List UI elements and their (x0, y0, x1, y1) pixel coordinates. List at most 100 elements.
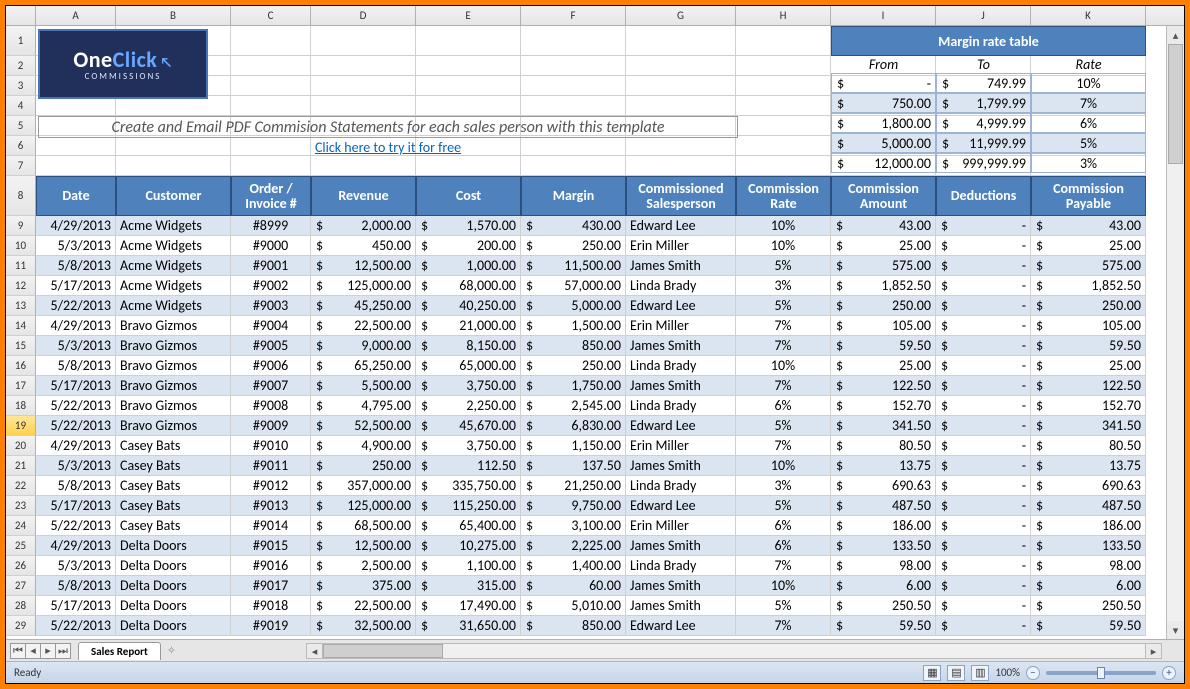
cell-salesperson[interactable]: Edward Lee (626, 616, 736, 636)
table-header[interactable]: Commission Payable (1031, 176, 1146, 216)
row-header-20[interactable]: 20 (6, 436, 36, 456)
cell-deductions[interactable]: $- (936, 516, 1031, 536)
cell-date[interactable]: 5/22/2013 (36, 296, 116, 316)
zoom-out-icon[interactable]: − (1026, 666, 1040, 680)
column-header-K[interactable]: K (1031, 6, 1146, 25)
cell-payable[interactable]: $25.00 (1031, 356, 1146, 376)
cell-order[interactable]: #9001 (231, 256, 311, 276)
cell-rate[interactable]: 10% (736, 356, 831, 376)
cell-C3[interactable] (231, 76, 311, 96)
cell-rate[interactable]: 10% (736, 216, 831, 236)
cell-order[interactable]: #9018 (231, 596, 311, 616)
cell-payable[interactable]: $43.00 (1031, 216, 1146, 236)
cell-payable[interactable]: $690.63 (1031, 476, 1146, 496)
cell-cost[interactable]: $65,400.00 (416, 516, 521, 536)
cell-amount[interactable]: $98.00 (831, 556, 936, 576)
cell-cost[interactable]: $10,275.00 (416, 536, 521, 556)
cell-A4[interactable] (36, 96, 116, 116)
cell-cost[interactable]: $17,490.00 (416, 596, 521, 616)
mrt-from[interactable]: $750.00 (831, 93, 936, 113)
table-header[interactable]: Order / Invoice # (231, 176, 311, 216)
row-header-16[interactable]: 16 (6, 356, 36, 376)
cell-cost[interactable]: $1,570.00 (416, 216, 521, 236)
cell-date[interactable]: 4/29/2013 (36, 536, 116, 556)
zoom-slider[interactable] (1046, 671, 1156, 675)
cell-rate[interactable]: 10% (736, 576, 831, 596)
vscroll-thumb[interactable] (1168, 44, 1183, 164)
cell-cost[interactable]: $40,250.00 (416, 296, 521, 316)
cell-C2[interactable] (231, 56, 311, 76)
mrt-to[interactable]: $1,799.99 (936, 93, 1031, 113)
cell-customer[interactable]: Casey Bats (116, 516, 231, 536)
horizontal-scrollbar[interactable]: ◂ ▸ (306, 643, 1162, 659)
cell-deductions[interactable]: $- (936, 496, 1031, 516)
mrt-to[interactable]: $999,999.99 (936, 153, 1031, 173)
cell-rate[interactable]: 6% (736, 536, 831, 556)
cell-rate[interactable]: 5% (736, 296, 831, 316)
zoom-in-icon[interactable]: + (1162, 666, 1176, 680)
cell-F2[interactable] (521, 56, 626, 76)
row-header-7[interactable]: 7 (6, 156, 36, 176)
cell-order[interactable]: #9004 (231, 316, 311, 336)
cell-D7[interactable] (311, 156, 416, 176)
cell-H3[interactable] (736, 76, 831, 96)
cell-revenue[interactable]: $4,795.00 (311, 396, 416, 416)
cell-amount[interactable]: $341.50 (831, 416, 936, 436)
cell-F4[interactable] (521, 96, 626, 116)
cell-revenue[interactable]: $250.00 (311, 456, 416, 476)
scroll-up-icon[interactable]: ▴ (1167, 26, 1184, 44)
mrt-from[interactable]: $1,800.00 (831, 113, 936, 133)
cell-D4[interactable] (311, 96, 416, 116)
cell-C7[interactable] (231, 156, 311, 176)
cell-revenue[interactable]: $125,000.00 (311, 276, 416, 296)
mrt-from[interactable]: $- (831, 73, 936, 93)
cell-H6[interactable] (736, 136, 831, 156)
row-header-26[interactable]: 26 (6, 556, 36, 576)
cell-order[interactable]: #9009 (231, 416, 311, 436)
cell-cost[interactable]: $2,250.00 (416, 396, 521, 416)
tab-nav-first-icon[interactable]: ⏮ (10, 643, 26, 659)
cell-deductions[interactable]: $- (936, 616, 1031, 636)
cell-date[interactable]: 5/22/2013 (36, 516, 116, 536)
cell-order[interactable]: #9005 (231, 336, 311, 356)
cell-rate[interactable]: 7% (736, 376, 831, 396)
cell-revenue[interactable]: $12,500.00 (311, 536, 416, 556)
cell-B4[interactable] (116, 96, 231, 116)
cell-revenue[interactable]: $68,500.00 (311, 516, 416, 536)
cell-date[interactable]: 5/8/2013 (36, 356, 116, 376)
promo-link[interactable]: Click here to try it for free (38, 138, 738, 158)
view-page-break-icon[interactable]: ▥ (971, 665, 989, 681)
cell-margin[interactable]: $850.00 (521, 616, 626, 636)
cell-revenue[interactable]: $12,500.00 (311, 256, 416, 276)
cell-cost[interactable]: $115,250.00 (416, 496, 521, 516)
row-header-9[interactable]: 9 (6, 216, 36, 236)
cell-cost[interactable]: $3,750.00 (416, 376, 521, 396)
cell-customer[interactable]: Acme Widgets (116, 236, 231, 256)
cell-salesperson[interactable]: Edward Lee (626, 416, 736, 436)
cell-E1[interactable] (416, 26, 521, 56)
cell-salesperson[interactable]: James Smith (626, 536, 736, 556)
cell-deductions[interactable]: $- (936, 536, 1031, 556)
cell-payable[interactable]: $487.50 (1031, 496, 1146, 516)
cell-order[interactable]: #9016 (231, 556, 311, 576)
cell-payable[interactable]: $250.50 (1031, 596, 1146, 616)
cell-amount[interactable]: $1,852.50 (831, 276, 936, 296)
row-header-1[interactable]: 1 (6, 26, 36, 56)
cell-C1[interactable] (231, 26, 311, 56)
cell-customer[interactable]: Delta Doors (116, 556, 231, 576)
cell-rate[interactable]: 7% (736, 616, 831, 636)
cell-date[interactable]: 4/29/2013 (36, 316, 116, 336)
new-sheet-icon[interactable]: ✧ (167, 644, 176, 657)
cell-customer[interactable]: Acme Widgets (116, 256, 231, 276)
cell-revenue[interactable]: $125,000.00 (311, 496, 416, 516)
cell-salesperson[interactable]: Edward Lee (626, 296, 736, 316)
row-header-11[interactable]: 11 (6, 256, 36, 276)
cell-revenue[interactable]: $2,500.00 (311, 556, 416, 576)
cell-C4[interactable] (231, 96, 311, 116)
scroll-right-icon[interactable]: ▸ (1145, 644, 1161, 658)
table-header[interactable]: Deductions (936, 176, 1031, 216)
row-header-13[interactable]: 13 (6, 296, 36, 316)
cell-D3[interactable] (311, 76, 416, 96)
cell-date[interactable]: 5/17/2013 (36, 276, 116, 296)
cell-D2[interactable] (311, 56, 416, 76)
